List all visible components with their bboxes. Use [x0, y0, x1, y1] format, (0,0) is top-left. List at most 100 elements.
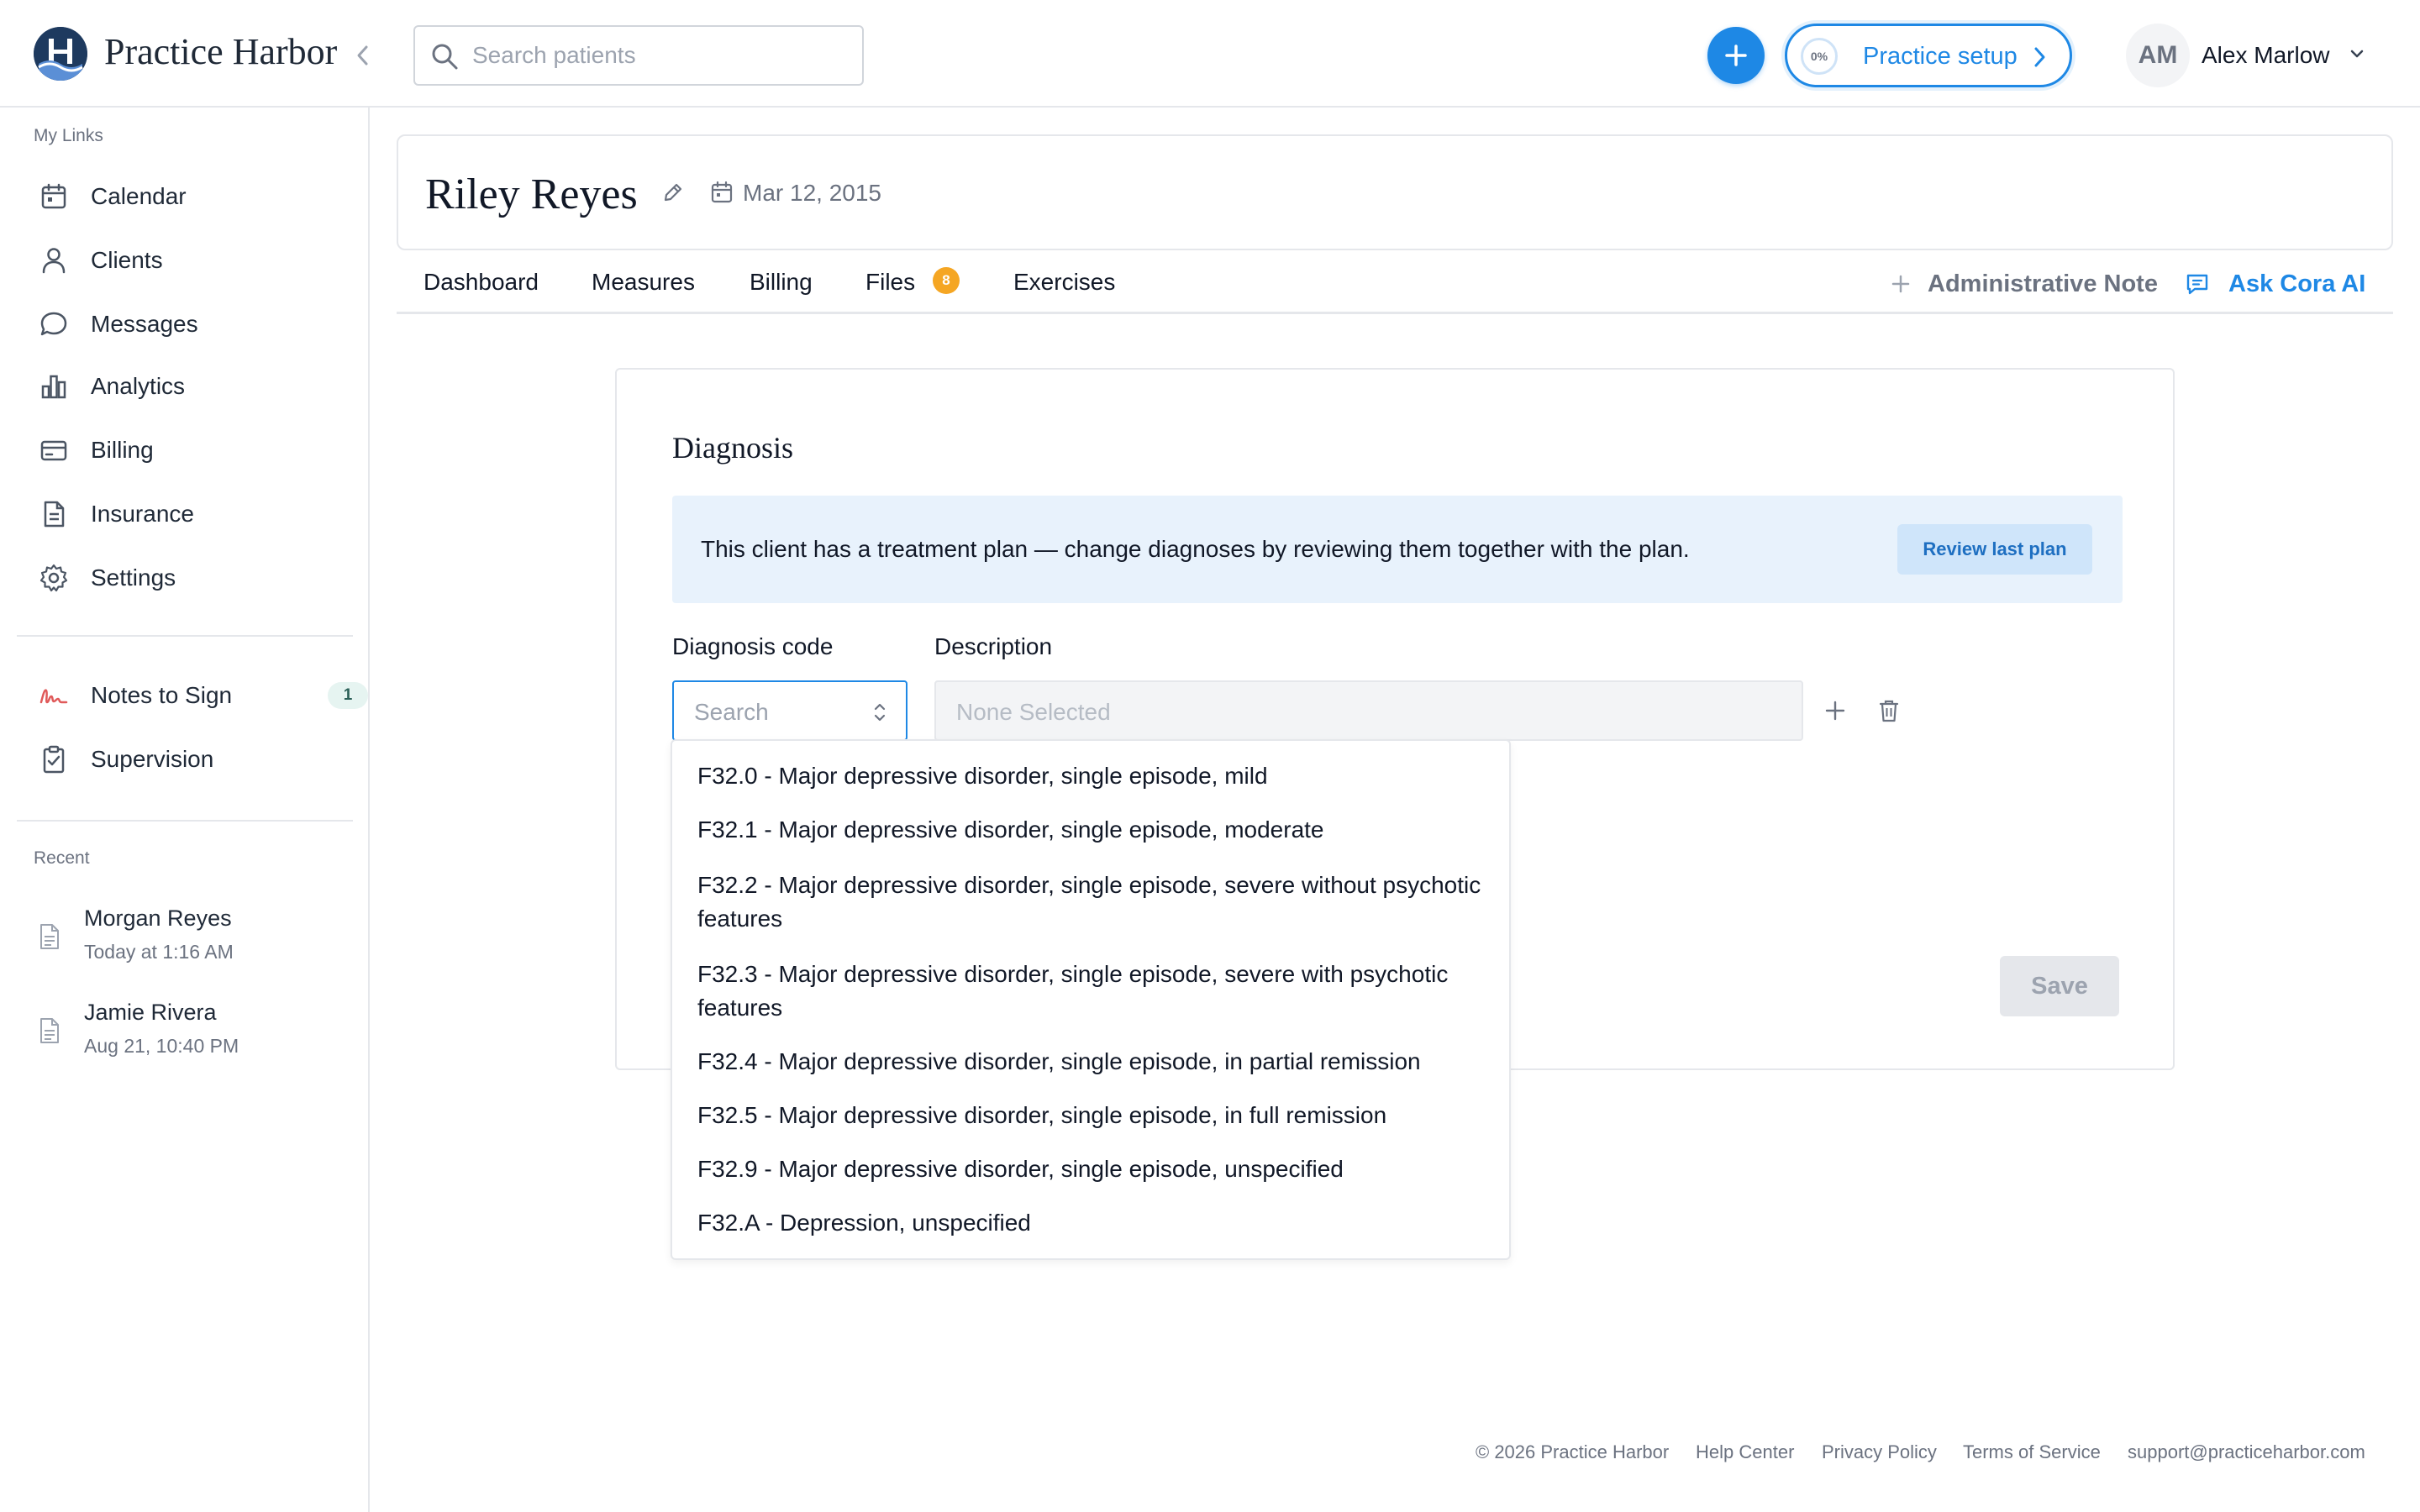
clipboard-check-icon [37, 743, 71, 776]
recent-item-jamie-rivera[interactable]: Jamie Rivera Aug 21, 10:40 PM [37, 1000, 348, 1070]
sidebar-item-label: Notes to Sign [91, 682, 233, 708]
description-field: None Selected [934, 680, 1803, 741]
chevron-left-icon [357, 45, 368, 66]
sidebar-item-analytics[interactable]: Analytics [37, 363, 348, 410]
administrative-note-label: Administrative Note [1928, 270, 2158, 297]
review-last-plan-button[interactable]: Review last plan [1897, 524, 2092, 575]
search-patients-input[interactable] [472, 39, 842, 72]
patient-tabs: Dashboard Measures Billing Files 8 Exerc… [397, 250, 2393, 314]
sidebar-item-supervision[interactable]: Supervision [37, 736, 348, 783]
footer-support-email-link[interactable]: support@practiceharbor.com [2128, 1441, 2365, 1463]
sidebar-divider [17, 820, 353, 822]
quick-add-button[interactable] [1707, 27, 1765, 84]
credit-card-icon [37, 433, 71, 467]
diagnosis-option[interactable]: F32.5 - Major depressive disorder, singl… [697, 1099, 1496, 1132]
chat-bubble-icon [37, 307, 71, 341]
calendar-icon [711, 181, 733, 203]
pencil-icon[interactable] [660, 180, 686, 205]
user-avatar[interactable]: AM [2126, 24, 2190, 87]
diagnosis-code-dropdown: F32.0 - Major depressive disorder, singl… [671, 739, 1511, 1260]
sidebar-item-clients[interactable]: Clients [37, 237, 348, 284]
patient-header-card: Riley Reyes Mar 12, 2015 [397, 134, 2393, 250]
sidebar-item-calendar[interactable]: Calendar [37, 173, 348, 220]
practice-setup-label: Practice setup [1863, 43, 2018, 70]
save-button[interactable]: Save [2000, 956, 2119, 1016]
footer-privacy-policy-link[interactable]: Privacy Policy [1822, 1441, 1937, 1463]
my-links-heading: My Links [34, 126, 103, 145]
sidebar-item-notes-to-sign[interactable]: Notes to Sign 1 [37, 672, 368, 719]
delete-diagnosis-row-button[interactable] [1867, 689, 1911, 732]
signature-icon [37, 679, 71, 712]
sidebar-item-label: Insurance [91, 501, 194, 527]
sidebar-divider [17, 635, 353, 637]
files-count-badge: 8 [933, 267, 960, 294]
patient-name: Riley Reyes [425, 171, 638, 218]
sidebar: My Links Calendar Clients Messages Analy… [0, 108, 370, 1512]
select-updown-icon [874, 703, 886, 722]
diagnosis-title: Diagnosis [672, 431, 793, 465]
description-placeholder: None Selected [956, 699, 1111, 725]
sidebar-item-settings[interactable]: Settings [37, 554, 348, 601]
sidebar-item-billing[interactable]: Billing [37, 427, 348, 474]
recent-item-name: Morgan Reyes [84, 906, 232, 931]
sidebar-item-insurance[interactable]: Insurance [37, 491, 348, 538]
person-icon [37, 244, 71, 277]
diagnosis-option[interactable]: F32.1 - Major depressive disorder, singl… [697, 813, 1496, 847]
gear-icon [37, 561, 71, 595]
diagnosis-option[interactable]: F32.0 - Major depressive disorder, singl… [697, 759, 1496, 793]
code-select-placeholder: Search [694, 699, 769, 725]
practice-setup-button[interactable]: 0% Practice setup [1785, 24, 2072, 87]
plus-icon [1825, 701, 1845, 721]
diagnosis-option[interactable]: F32.3 - Major depressive disorder, singl… [697, 958, 1496, 1025]
calendar-icon [37, 180, 71, 213]
brand-name: Practice Harbor [104, 31, 338, 72]
chat-ai-icon [2186, 274, 2208, 295]
document-icon [40, 1018, 59, 1043]
tab-files[interactable]: Files [865, 269, 915, 296]
sidebar-item-label: Settings [91, 564, 176, 591]
harbor-logo-icon[interactable] [34, 27, 87, 81]
collapse-sidebar-button[interactable] [350, 39, 376, 72]
tab-dashboard[interactable]: Dashboard [424, 269, 539, 296]
top-header: Practice Harbor 0% Practice setup AM Ale… [0, 0, 2420, 108]
sidebar-item-label: Analytics [91, 373, 186, 399]
footer-terms-link[interactable]: Terms of Service [1963, 1441, 2101, 1463]
sidebar-item-label: Messages [91, 311, 198, 337]
recent-item-name: Jamie Rivera [84, 1000, 217, 1025]
plus-icon [1891, 275, 1910, 293]
ask-cora-ai-label: Ask Cora AI [2228, 270, 2366, 297]
diagnosis-option[interactable]: F32.A - Depression, unspecified [697, 1206, 1496, 1240]
diagnosis-option[interactable]: F32.2 - Major depressive disorder, singl… [697, 869, 1496, 936]
search-icon [432, 44, 458, 70]
recent-item-morgan-reyes[interactable]: Morgan Reyes Today at 1:16 AM [37, 906, 348, 976]
chevron-right-icon [2034, 47, 2045, 67]
treatment-plan-banner: This client has a treatment plan — chang… [672, 496, 2123, 603]
sidebar-item-label: Supervision [91, 746, 214, 772]
trash-icon [1879, 700, 1899, 722]
diagnosis-option[interactable]: F32.4 - Major depressive disorder, singl… [697, 1045, 1496, 1079]
chevron-down-icon[interactable] [2348, 47, 2366, 60]
sidebar-item-label: Clients [91, 247, 163, 273]
description-label: Description [934, 633, 1053, 659]
diagnosis-option[interactable]: F32.9 - Major depressive disorder, singl… [697, 1152, 1496, 1186]
patient-dob: Mar 12, 2015 [743, 180, 881, 206]
footer-help-center-link[interactable]: Help Center [1696, 1441, 1794, 1463]
sidebar-item-messages[interactable]: Messages [37, 301, 348, 348]
tab-measures[interactable]: Measures [592, 269, 695, 296]
patient-search[interactable] [413, 25, 864, 86]
user-name[interactable]: Alex Marlow [2202, 42, 2329, 69]
diagnosis-code-select[interactable]: Search [672, 680, 908, 741]
recent-heading: Recent [34, 848, 90, 868]
recent-item-time: Aug 21, 10:40 PM [84, 1035, 239, 1057]
sidebar-item-label: Billing [91, 437, 154, 463]
setup-progress-ring: 0% [1801, 38, 1838, 75]
banner-text: This client has a treatment plan — chang… [701, 536, 1690, 562]
tab-billing[interactable]: Billing [750, 269, 813, 296]
add-administrative-note-button[interactable]: Administrative Note [1891, 267, 2158, 301]
tab-exercises[interactable]: Exercises [1013, 269, 1115, 296]
notes-count-badge: 1 [328, 682, 368, 709]
add-diagnosis-row-button[interactable] [1813, 689, 1857, 732]
ask-cora-ai-button[interactable]: Ask Cora AI [2185, 267, 2365, 301]
plus-icon [1725, 45, 1747, 66]
footer-copyright: © 2026 Practice Harbor [1476, 1441, 1670, 1462]
